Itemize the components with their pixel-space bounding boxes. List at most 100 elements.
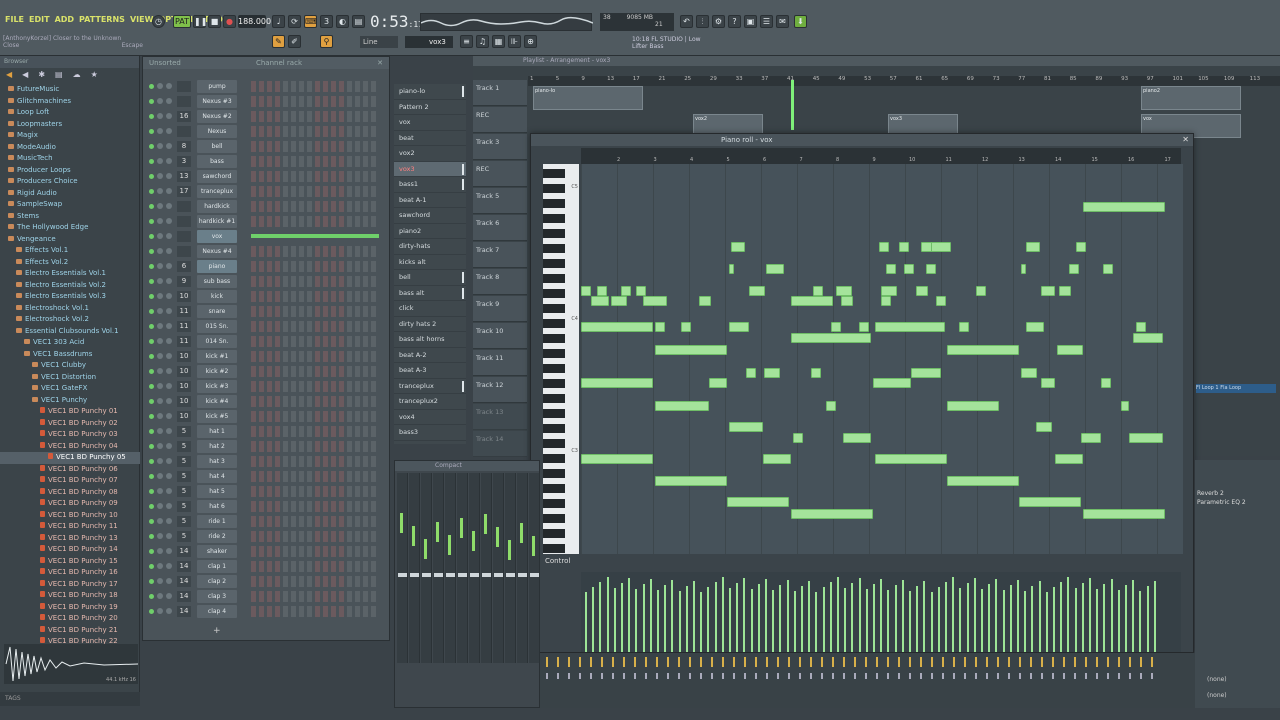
- browser-icon[interactable]: ☰: [760, 15, 773, 28]
- playhead[interactable]: [791, 80, 794, 130]
- velocity-bar[interactable]: [642, 584, 645, 652]
- pattern-item[interactable]: bass1: [394, 177, 466, 193]
- channel-mixer-track[interactable]: [177, 231, 191, 242]
- pan-knob[interactable]: [157, 458, 163, 464]
- black-key[interactable]: [543, 544, 565, 553]
- velocity-bar[interactable]: [851, 583, 854, 652]
- velocity-bar[interactable]: [664, 585, 667, 652]
- step-sequencer[interactable]: [251, 456, 379, 467]
- channel-mixer-track[interactable]: 14: [177, 576, 191, 587]
- mixer-channel-strip[interactable]: [469, 473, 480, 663]
- mixer-channel-strip[interactable]: [481, 473, 492, 663]
- browser-folder[interactable]: Producers Choice: [0, 176, 140, 188]
- pan-knob[interactable]: [157, 578, 163, 584]
- step-sequencer[interactable]: [251, 546, 379, 557]
- channel-row[interactable]: 11 015 Sn. enhan: [143, 319, 389, 343]
- channel-mixer-track[interactable]: 10: [177, 366, 191, 377]
- channel-mixer-track[interactable]: 10: [177, 351, 191, 362]
- velocity-bar[interactable]: [714, 582, 717, 652]
- channel-mixer-track[interactable]: 5: [177, 531, 191, 542]
- pan-knob[interactable]: [157, 338, 163, 344]
- step-sequencer[interactable]: [251, 396, 379, 407]
- track-header[interactable]: Track 14: [473, 431, 527, 457]
- volume-knob[interactable]: [166, 503, 172, 509]
- channel-mixer-track[interactable]: [177, 216, 191, 227]
- channel-mute-led[interactable]: [149, 354, 154, 359]
- black-key[interactable]: [543, 424, 565, 433]
- menu-item-file[interactable]: FILE: [4, 15, 25, 24]
- volume-knob[interactable]: [166, 428, 172, 434]
- channel-row[interactable]: hardkick #1: [143, 214, 389, 229]
- note[interactable]: [597, 286, 607, 296]
- channel-name-button[interactable]: vox: [197, 230, 237, 243]
- pan-knob[interactable]: [157, 503, 163, 509]
- cloud-icon[interactable]: ☁: [73, 70, 81, 80]
- channel-mute-led[interactable]: [149, 444, 154, 449]
- channel-mute-led[interactable]: [149, 99, 154, 104]
- browser-file[interactable]: VEC1 BD Punchy 16: [0, 567, 140, 579]
- channel-name-button[interactable]: clap 2: [197, 575, 237, 588]
- pattern-song-toggle[interactable]: PAT: [173, 15, 191, 28]
- pan-knob[interactable]: [157, 533, 163, 539]
- velocity-bar[interactable]: [822, 587, 825, 652]
- black-key[interactable]: [543, 529, 565, 538]
- favorite-icon[interactable]: ★: [91, 70, 98, 80]
- velocity-bar[interactable]: [635, 589, 638, 652]
- channel-mixer-track[interactable]: 14: [177, 546, 191, 557]
- step-sequencer[interactable]: [251, 531, 379, 542]
- undo-icon[interactable]: ↶: [680, 15, 693, 28]
- volume-knob[interactable]: [166, 203, 172, 209]
- pan-knob[interactable]: [157, 173, 163, 179]
- note[interactable]: [655, 345, 727, 355]
- pan-knob[interactable]: [157, 308, 163, 314]
- pattern-item[interactable]: bass alt horns: [394, 332, 466, 348]
- channel-mute-led[interactable]: [149, 429, 154, 434]
- step-sequencer[interactable]: [251, 441, 379, 452]
- track-header[interactable]: REC: [473, 161, 527, 187]
- channel-row[interactable]: hardkick: [143, 199, 389, 214]
- step-edit-icon[interactable]: ▤: [352, 15, 365, 28]
- note[interactable]: [1136, 322, 1146, 332]
- channel-name-button[interactable]: Nexus #3: [197, 95, 237, 108]
- note[interactable]: [1133, 333, 1163, 343]
- step-sequencer[interactable]: [251, 234, 379, 238]
- velocity-bar[interactable]: [592, 587, 595, 652]
- pan-knob[interactable]: [157, 518, 163, 524]
- track-header[interactable]: Track 13: [473, 404, 527, 430]
- browser-file[interactable]: VEC1 BD Punchy 03: [0, 429, 140, 441]
- note[interactable]: [1083, 202, 1165, 212]
- browser-file[interactable]: VEC1 BD Punchy 08: [0, 487, 140, 499]
- step-sequencer[interactable]: [251, 381, 379, 392]
- channel-mute-led[interactable]: [149, 234, 154, 239]
- black-key[interactable]: [543, 214, 565, 223]
- channel-row[interactable]: Nexus #3: [143, 94, 389, 109]
- record-button[interactable]: ●: [223, 15, 236, 28]
- pattern-item[interactable]: piano2: [394, 224, 466, 239]
- note[interactable]: [581, 322, 653, 332]
- channel-row[interactable]: 10 kick #5: [143, 409, 389, 424]
- browser-folder[interactable]: Effects Vol.1: [0, 245, 140, 257]
- note[interactable]: [959, 322, 969, 332]
- note[interactable]: [1041, 378, 1055, 388]
- note[interactable]: [791, 296, 833, 306]
- metronome-icon[interactable]: ◷: [152, 15, 165, 28]
- pattern-item[interactable]: tranceplux2: [394, 394, 466, 410]
- note[interactable]: [709, 378, 727, 388]
- channel-name-button[interactable]: hat 3: [197, 455, 237, 468]
- black-key[interactable]: [543, 514, 565, 523]
- channel-mute-led[interactable]: [149, 219, 154, 224]
- velocity-bar[interactable]: [657, 590, 659, 652]
- velocity-bar[interactable]: [765, 579, 767, 652]
- note[interactable]: [766, 264, 784, 274]
- velocity-bar[interactable]: [678, 591, 681, 652]
- fader[interactable]: [506, 573, 515, 577]
- pan-knob[interactable]: [157, 443, 163, 449]
- browser-file[interactable]: VEC1 BD Punchy 09: [0, 498, 140, 510]
- black-key[interactable]: [543, 484, 565, 493]
- snap-icon[interactable]: ♩: [272, 15, 285, 28]
- channel-row[interactable]: 8 bell: [143, 139, 389, 154]
- fx-slot-2[interactable]: Parametric EQ 2: [1197, 499, 1246, 506]
- step-sequencer[interactable]: [251, 471, 379, 482]
- velocity-bar[interactable]: [844, 588, 847, 652]
- piano-roll-icon[interactable]: ♫: [476, 35, 489, 48]
